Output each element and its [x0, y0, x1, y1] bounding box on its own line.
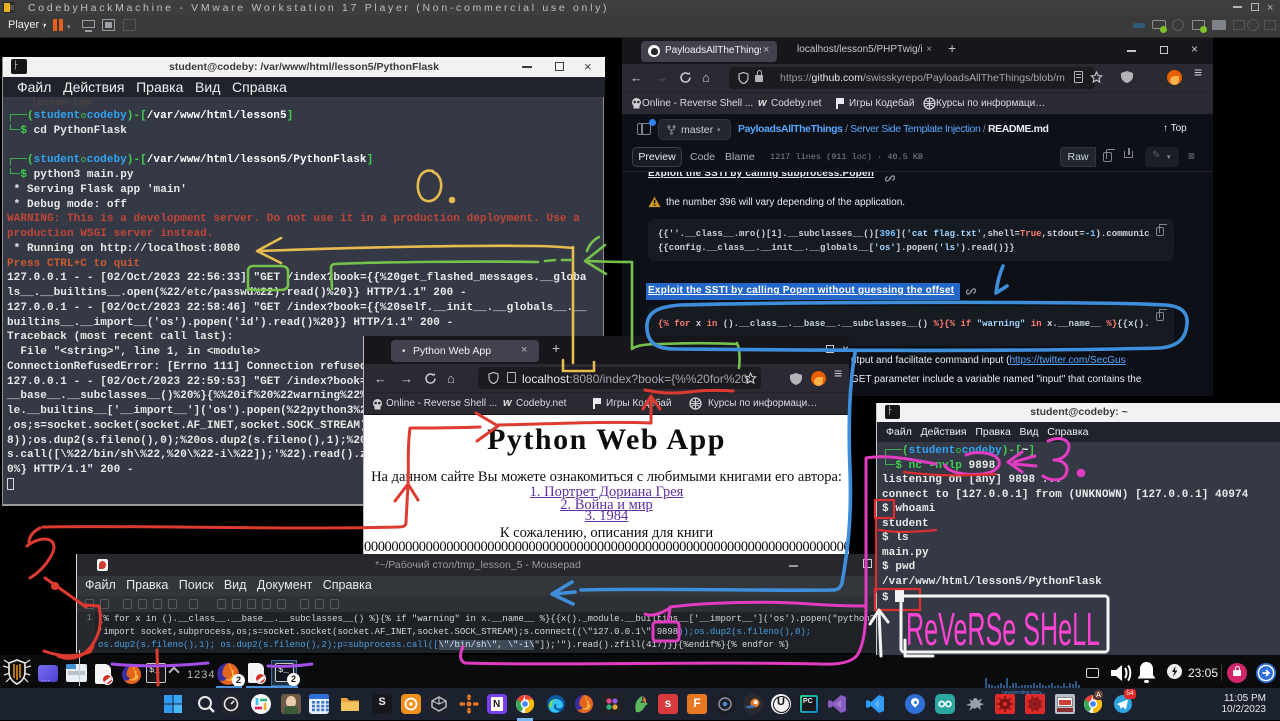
svg-text:neverending story...: neverending story... — [1002, 690, 1046, 696]
svg-text:ReVeRSe SHeLL: ReVeRSe SHeLL — [906, 603, 1100, 655]
